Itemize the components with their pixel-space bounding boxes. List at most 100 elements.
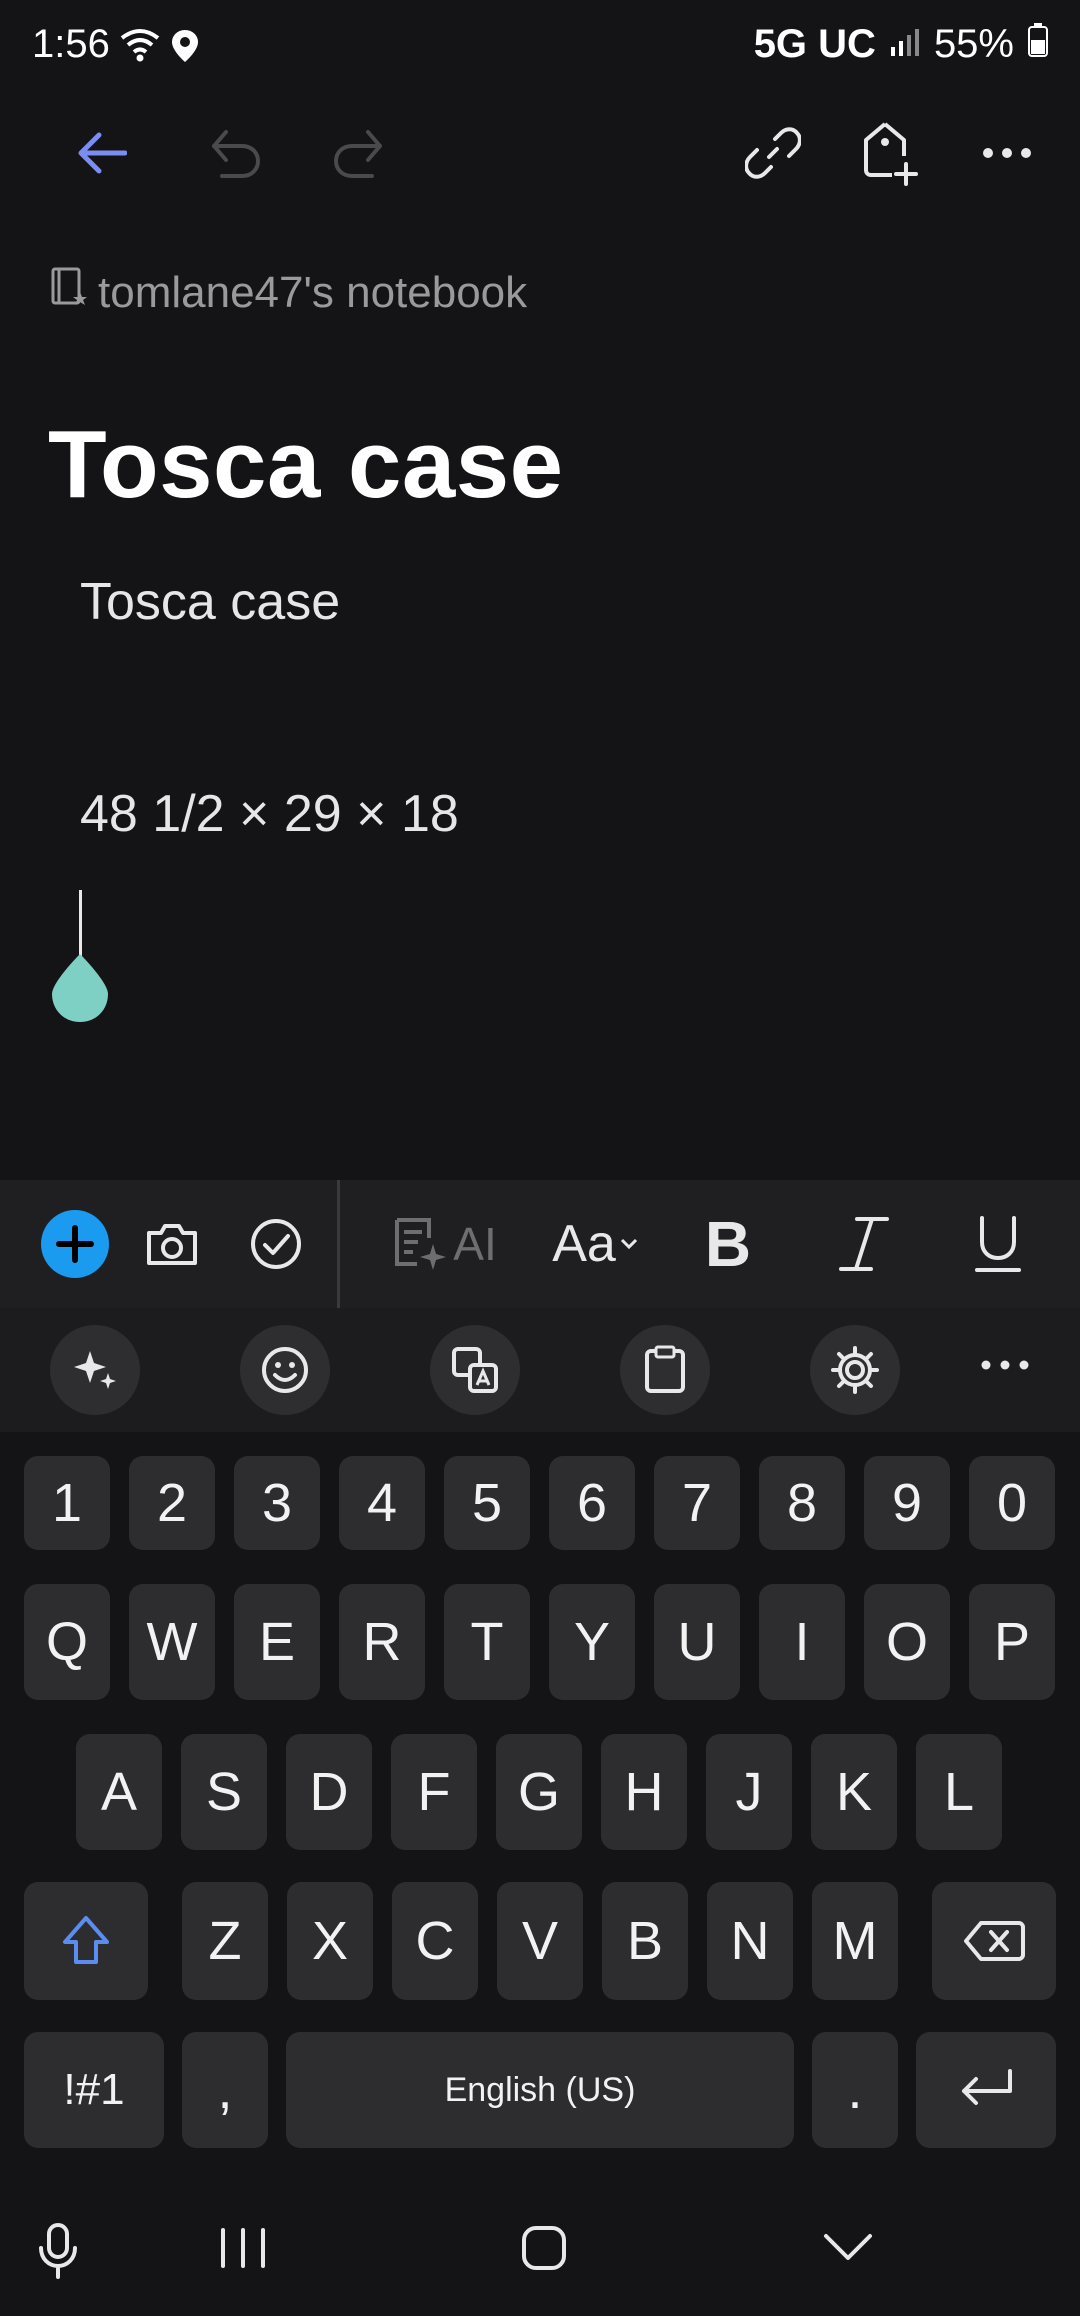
text-style-button[interactable]: Aa (540, 1180, 650, 1308)
shift-icon (63, 1916, 109, 1964)
enter-key[interactable] (916, 2032, 1056, 2148)
more-button[interactable] (962, 108, 1052, 198)
key-k[interactable]: K (811, 1734, 897, 1850)
key-a[interactable]: A (76, 1734, 162, 1850)
link-button[interactable] (728, 108, 818, 198)
status-time: 1:56 (32, 22, 110, 66)
location-icon (170, 28, 200, 69)
sparkle-icon (74, 1351, 116, 1389)
key-x[interactable]: X (287, 1882, 373, 2000)
comma-key[interactable]: , (182, 2032, 268, 2148)
clipboard-button[interactable] (620, 1325, 710, 1415)
bold-button[interactable]: B (680, 1180, 776, 1308)
key-s[interactable]: S (181, 1734, 267, 1850)
key-i[interactable]: I (759, 1584, 845, 1700)
voice-input-button[interactable] (36, 2222, 80, 2285)
add-tag-button[interactable] (844, 108, 934, 198)
key-7[interactable]: 7 (654, 1456, 740, 1550)
undo-icon (212, 130, 261, 178)
key-g[interactable]: G (496, 1734, 582, 1850)
undo-button[interactable] (190, 108, 280, 198)
key-r[interactable]: R (339, 1584, 425, 1700)
note-line[interactable]: 48 1/2 × 29 × 18 (80, 784, 459, 844)
key-p[interactable]: P (969, 1584, 1055, 1700)
space-key[interactable]: English (US) (286, 2032, 794, 2148)
gear-icon (831, 1346, 879, 1394)
recents-icon (221, 2228, 265, 2268)
ai-button[interactable]: AI (380, 1180, 510, 1308)
text-cursor (79, 890, 82, 960)
key-f[interactable]: F (391, 1734, 477, 1850)
key-h[interactable]: H (601, 1734, 687, 1850)
wifi-icon (118, 26, 162, 67)
enter-icon (962, 2069, 1012, 2105)
key-9[interactable]: 9 (864, 1456, 950, 1550)
ai-label: AI (453, 1218, 497, 1270)
key-v[interactable]: V (497, 1882, 583, 2000)
link-icon (745, 127, 801, 179)
battery-icon (1028, 22, 1048, 67)
notebook-breadcrumb[interactable]: tomlane47's notebook (50, 266, 527, 319)
backspace-key[interactable] (932, 1882, 1056, 2000)
back-button[interactable] (56, 108, 146, 198)
network-label: 5G UC (753, 22, 876, 66)
translate-button[interactable] (430, 1325, 520, 1415)
ai-sparkle-icon (395, 1218, 447, 1270)
chevron-down-icon (620, 1238, 637, 1250)
plus-icon (41, 1210, 109, 1278)
keyboard-tools-row (0, 1308, 1080, 1432)
key-4[interactable]: 4 (339, 1456, 425, 1550)
smile-icon (262, 1347, 308, 1393)
key-3[interactable]: 3 (234, 1456, 320, 1550)
key-m[interactable]: M (812, 1882, 898, 2000)
key-6[interactable]: 6 (549, 1456, 635, 1550)
more-icon (981, 1360, 1029, 1370)
note-line[interactable]: Tosca case (80, 572, 340, 632)
recents-button[interactable] (218, 2226, 268, 2275)
key-n[interactable]: N (707, 1882, 793, 2000)
period-key[interactable]: . (812, 2032, 898, 2148)
key-e[interactable]: E (234, 1584, 320, 1700)
redo-button[interactable] (314, 108, 404, 198)
insert-button[interactable] (22, 1180, 128, 1308)
key-y[interactable]: Y (549, 1584, 635, 1700)
emoji-button[interactable] (240, 1325, 330, 1415)
camera-button[interactable] (130, 1180, 214, 1308)
key-b[interactable]: B (602, 1882, 688, 2000)
key-c[interactable]: C (392, 1882, 478, 2000)
key-d[interactable]: D (286, 1734, 372, 1850)
battery-label: 55% (933, 22, 1014, 66)
keyboard-settings-button[interactable] (810, 1325, 900, 1415)
key-z[interactable]: Z (182, 1882, 268, 2000)
key-o[interactable]: O (864, 1584, 950, 1700)
check-circle-icon (251, 1219, 301, 1269)
home-icon (522, 2226, 566, 2270)
key-5[interactable]: 5 (444, 1456, 530, 1550)
shift-key[interactable] (24, 1882, 148, 2000)
galaxy-ai-button[interactable] (50, 1325, 140, 1415)
cursor-handle[interactable] (52, 954, 108, 1022)
hide-keyboard-button[interactable] (822, 2232, 874, 2267)
key-u[interactable]: U (654, 1584, 740, 1700)
underline-button[interactable]: U (950, 1180, 1046, 1308)
home-button[interactable] (520, 2224, 568, 2277)
microphone-icon (39, 2223, 77, 2279)
key-t[interactable]: T (444, 1584, 530, 1700)
key-8[interactable]: 8 (759, 1456, 845, 1550)
key-1[interactable]: 1 (24, 1456, 110, 1550)
italic-button[interactable]: I (816, 1180, 912, 1308)
key-l[interactable]: L (916, 1734, 1002, 1850)
key-0[interactable]: 0 (969, 1456, 1055, 1550)
key-j[interactable]: J (706, 1734, 792, 1850)
symbols-key[interactable]: !#1 (24, 2032, 164, 2148)
key-q[interactable]: Q (24, 1584, 110, 1700)
key-w[interactable]: W (129, 1584, 215, 1700)
more-icon (983, 148, 1031, 158)
clipboard-icon (645, 1345, 685, 1393)
note-title[interactable]: Tosca case (48, 410, 564, 520)
camera-icon (147, 1224, 197, 1265)
bold-label: B (704, 1208, 752, 1280)
keyboard-more-button[interactable] (980, 1358, 1030, 1376)
key-2[interactable]: 2 (129, 1456, 215, 1550)
checklist-button[interactable] (234, 1180, 318, 1308)
